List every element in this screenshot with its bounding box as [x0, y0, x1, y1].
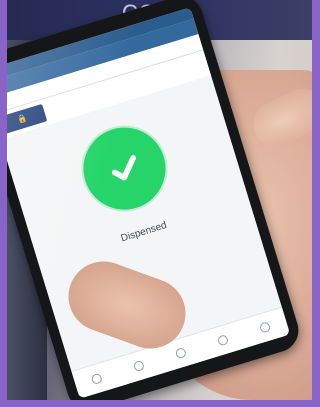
photo: CONE 🔒 [7, 0, 312, 400]
circle-icon [90, 372, 103, 386]
nav-item-5[interactable] [258, 321, 272, 334]
circle-icon [132, 359, 146, 373]
nav-item-2[interactable] [132, 359, 146, 373]
circle-icon [216, 334, 230, 347]
status-text: Dispensed [119, 220, 169, 245]
lock-icon: 🔒 [16, 112, 29, 125]
success-badge [73, 117, 176, 220]
nav-item-3[interactable] [174, 346, 188, 360]
nav-item-4[interactable] [216, 334, 230, 347]
checkmark-icon [111, 155, 137, 181]
nav-item-1[interactable] [90, 372, 103, 386]
circle-icon [174, 346, 188, 360]
circle-icon [258, 321, 272, 334]
